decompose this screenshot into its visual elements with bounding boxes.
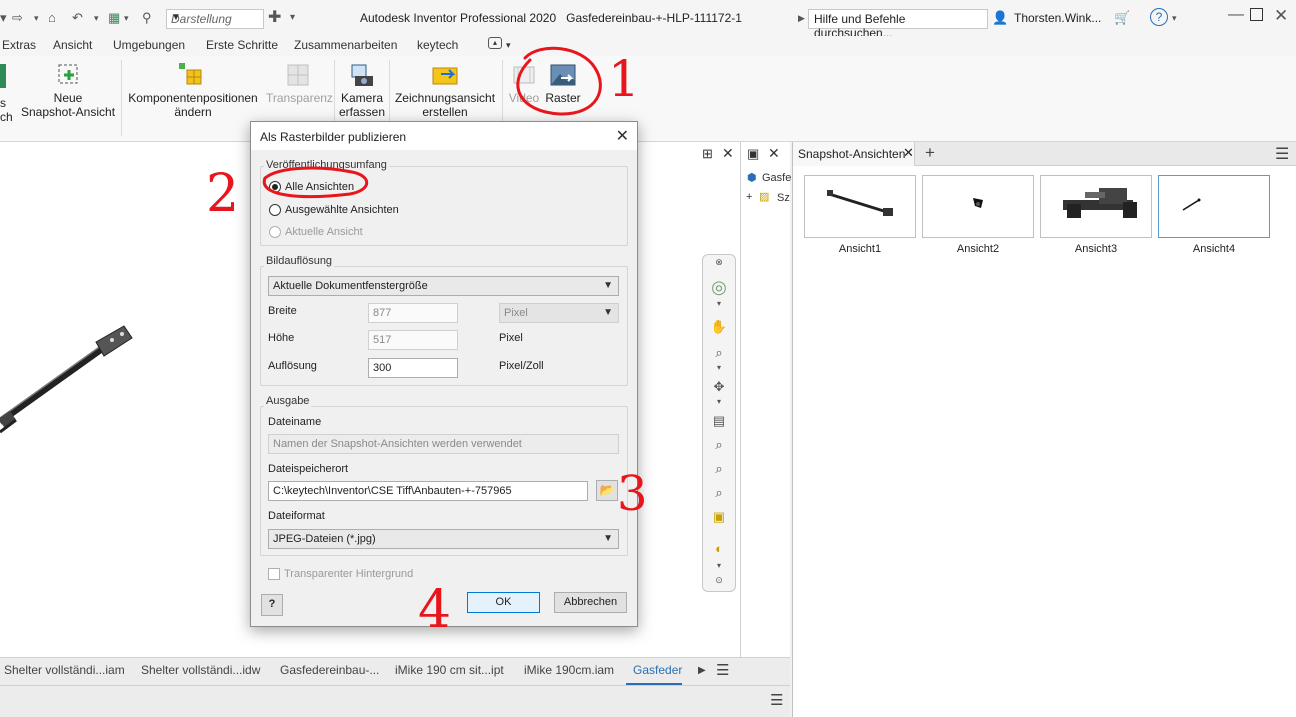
annotation-circle-raster	[516, 46, 602, 116]
annotation-number-2: 2	[206, 164, 240, 224]
annotation-number-1: 1	[608, 50, 640, 108]
annotation-layer	[262, 46, 602, 199]
annotation-number-3: 3	[617, 466, 648, 522]
annotation-circle-all-views	[262, 166, 369, 199]
annotation-number-4: 4	[418, 580, 452, 640]
